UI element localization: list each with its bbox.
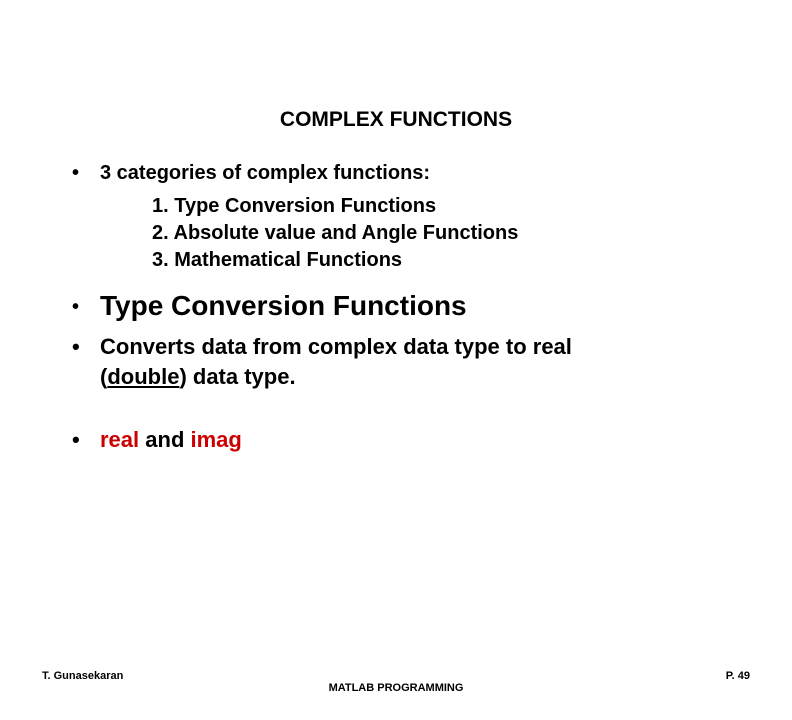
sub-item-2: 2. Absolute value and Angle Functions bbox=[72, 220, 720, 247]
converts-double: double bbox=[107, 364, 179, 389]
bullet-dot: • bbox=[72, 296, 100, 319]
imag-keyword: imag bbox=[191, 427, 242, 452]
footer-center: MATLAB PROGRAMMING bbox=[329, 682, 464, 694]
bullet-subheading-text: Type Conversion Functions bbox=[100, 290, 467, 321]
sub-item-1: 1. Type Conversion Functions bbox=[72, 193, 720, 220]
bullet-categories: •3 categories of complex functions: bbox=[72, 160, 720, 187]
slide: COMPLEX FUNCTIONS •3 categories of compl… bbox=[0, 108, 792, 720]
slide-content: •3 categories of complex functions: 1. T… bbox=[0, 160, 792, 455]
sub-item-3: 3. Mathematical Functions bbox=[72, 247, 720, 274]
bullet-dot: • bbox=[72, 332, 100, 362]
slide-title: COMPLEX FUNCTIONS bbox=[0, 108, 792, 132]
footer-page: P. 49 bbox=[726, 670, 750, 682]
bullet-dot: • bbox=[72, 425, 100, 455]
footer-author: T. Gunasekaran bbox=[42, 670, 123, 682]
bullet-subheading: •Type Conversion Functions bbox=[72, 290, 720, 322]
and-text: and bbox=[139, 427, 190, 452]
bullet-categories-text: 3 categories of complex functions: bbox=[100, 162, 430, 184]
bullet-dot: • bbox=[72, 160, 100, 187]
real-keyword: real bbox=[100, 427, 139, 452]
bullet-converts: •Converts data from complex data type to… bbox=[72, 332, 720, 391]
converts-rest: ) data type. bbox=[179, 364, 295, 389]
bullet-real-imag: •real and imag bbox=[72, 425, 720, 455]
converts-line1: Converts data from complex data type to … bbox=[100, 334, 572, 359]
